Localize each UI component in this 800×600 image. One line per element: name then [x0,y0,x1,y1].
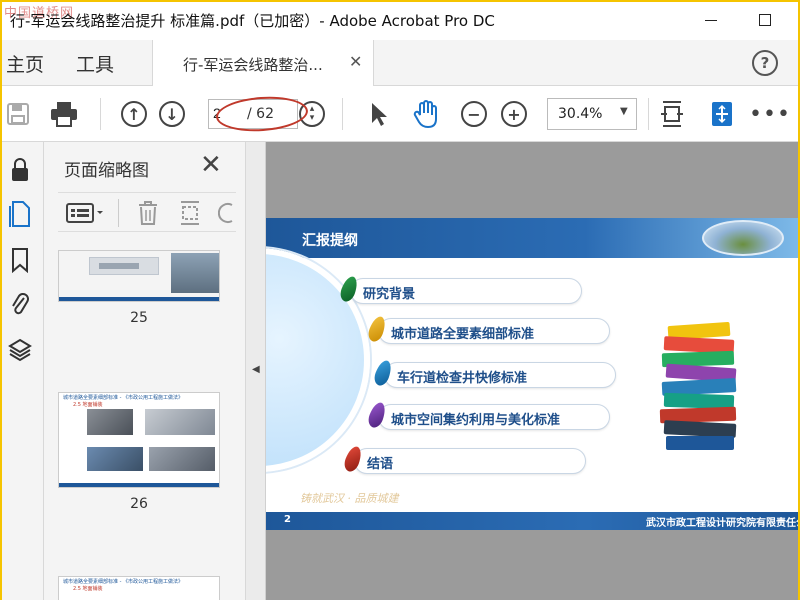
minimize-button[interactable] [694,6,728,34]
plus-icon: + [501,101,527,127]
list-options-icon [66,203,103,223]
page-thumbnail[interactable]: 城市道路全要素细部标准 - 《市政公用工程施工做法》 2.5 地面铺装 [58,392,220,488]
road-photo [702,220,784,256]
thumbnail-image [87,409,133,435]
slide-footer: 2 武汉市政工程设计研究院有限责任公司 [266,512,798,530]
tab-tools[interactable]: 工具 [76,50,114,77]
arrow-up-icon: ↑ [121,101,147,127]
outline-item: 车行道检查井快修标准 [384,362,616,388]
zoom-out-button[interactable]: − [458,98,490,130]
maximize-icon [759,14,771,26]
outline-item: 结语 [354,448,586,474]
zoom-select[interactable]: 30.4% ▼ [547,98,637,130]
toolbar-divider [342,98,343,130]
insert-page-icon [181,201,199,225]
slide-header: 汇报提纲 [266,218,798,258]
more-options-button[interactable]: ••• [749,98,790,130]
thumbnail-page-number: 26 [130,496,148,512]
print-icon[interactable] [48,98,80,130]
minus-icon: − [461,101,487,127]
outline-item-label: 结语 [367,457,394,472]
lock-icon[interactable] [6,156,34,184]
panel-title: 页面缩略图 [64,161,149,181]
panel-splitter[interactable]: ◀ [246,142,266,600]
slide-header-title: 汇报提纲 [302,233,358,249]
tab-home[interactable]: 主页 [6,50,44,77]
insert-page-button[interactable] [178,199,202,231]
rotate-page-button[interactable] [217,199,236,231]
collapse-panel-icon[interactable]: ◀ [252,364,260,375]
fit-page-button[interactable] [656,98,688,130]
move-page-icon [712,102,732,126]
close-tab-icon[interactable]: ✕ [349,52,362,71]
thumbnail-image [149,447,215,471]
arrow-down-icon: ↓ [159,101,185,127]
close-panel-icon[interactable]: ✕ [200,150,222,180]
book [666,436,734,450]
hand-icon [413,100,437,129]
thumbnail-options-button[interactable] [66,201,106,229]
thumbnail-image [171,253,219,293]
page-thumbnail[interactable] [58,250,220,302]
slide-page-number: 2 [284,514,291,525]
select-tool[interactable] [362,98,394,130]
toolbar-divider [100,98,101,130]
outline-item: 研究背景 [350,278,582,304]
outline-item-label: 城市道路全要素细部标准 [391,327,535,342]
thumbnail-image [87,447,143,471]
scroll-mode-button[interactable] [706,98,738,130]
thumbnail-subcaption: 2.5 地面铺装 [73,402,103,408]
zoom-in-button[interactable]: + [498,98,530,130]
outline-item: 城市道路全要素细部标准 [378,318,610,344]
thumbnail-image [99,263,139,269]
thumbnail-footer-bar [59,483,219,487]
outline-item-label: 车行道检查井快修标准 [397,371,528,386]
toolbar-divider [648,98,649,130]
panel-toolbar [58,192,236,232]
tab-document-label: 行-军运会线路整治... [183,56,323,74]
outline-item: 城市空间集约利用与美化标准 [378,404,610,430]
left-rail [2,142,44,600]
hand-tool[interactable] [410,98,442,130]
delete-page-button[interactable] [136,199,160,231]
attachment-icon[interactable] [6,290,34,318]
help-icon[interactable]: ? [752,50,778,76]
books-illustration [658,318,748,450]
thumbnails-panel: 页面缩略图 ✕ 25 城市道路全要素细部标准 - 《市政公用工程施工做法》 2.… [44,142,282,600]
thumbnail-caption: 城市道路全要素细部标准 - 《市政公用工程施工做法》 [63,579,183,585]
company-name: 武汉市政工程设计研究院有限责任公司 [646,518,798,529]
tab-document[interactable]: 行-军运会线路整治... ✕ [152,40,374,86]
outline-item-label: 研究背景 [363,287,416,302]
more-icon: ••• [749,101,791,127]
slide-slogan: 铸就武汉 · 品质城建 [300,492,399,505]
cursor-arrow-icon [372,103,387,126]
thumbnail-page-number: 25 [130,310,148,326]
bookmark-icon[interactable] [6,246,34,274]
title-bar: 中国道桥网 行-军运会线路整治提升 标准篇.pdf（已加密）- Adobe Ac… [2,2,798,40]
maximize-button[interactable] [748,6,782,34]
thumbnail-caption: 城市道路全要素细部标准 - 《市政公用工程施工做法》 [63,395,183,401]
thumbnail-image [145,409,215,435]
outline-item-label: 城市空间集约利用与美化标准 [391,413,561,428]
window-title: 行-军运会线路整治提升 标准篇.pdf（已加密）- Adobe Acrobat … [10,12,495,30]
tab-bar: 主页 工具 行-军运会线路整治... ✕ ? [2,40,798,86]
previous-page-button[interactable]: ↑ [118,98,150,130]
layers-icon[interactable] [6,336,34,364]
rotate-icon [217,203,233,223]
panel-divider [118,199,119,227]
toolbar: ↑ ↓ / 62 ▴▾ − + 30.4% ▼ ••• [2,86,798,142]
next-page-button[interactable]: ↓ [156,98,188,130]
pdf-page: 汇报提纲 研究背景 城市道路全要素细部标准 车行道检查井快修标准 城市空间集约利… [266,218,798,530]
minimize-icon [705,19,717,21]
fit-width-icon [661,101,683,127]
pages-panel-icon[interactable] [6,200,34,228]
save-icon[interactable] [2,98,34,130]
thumbnail-footer-bar [59,297,219,301]
chevron-down-icon: ▼ [620,106,628,117]
thumbnail-subcaption: 2.5 地面铺装 [73,586,103,592]
zoom-value: 30.4% [558,106,603,122]
page-thumbnail[interactable]: 城市道路全要素细部标准 - 《市政公用工程施工做法》 2.5 地面铺装 [58,576,220,600]
trash-icon [139,201,157,225]
